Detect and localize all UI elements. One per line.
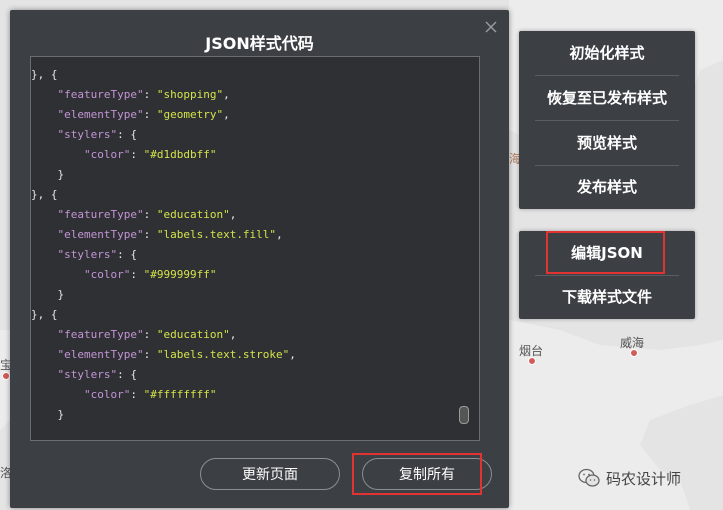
json-punctuation [31, 348, 58, 361]
json-punctuation: : [143, 228, 157, 241]
json-string: "#d1dbdbff" [143, 148, 217, 161]
json-punctuation: : { [117, 128, 137, 141]
code-line: } [31, 285, 455, 305]
json-punctuation [31, 108, 58, 121]
map-label-partial: 洛 [0, 466, 10, 480]
style-actions-panel: 初始化样式 恢复至已发布样式 预览样式 发布样式 [519, 31, 695, 209]
json-key: "featureType" [57, 88, 144, 101]
json-key: "elementType" [57, 348, 144, 361]
json-punctuation: }, { [31, 308, 58, 321]
update-page-button[interactable]: 更新页面 [200, 458, 340, 490]
code-line: "elementType": "geometry", [31, 105, 455, 125]
code-line: } [31, 405, 455, 425]
edit-json-button[interactable]: 编辑JSON [535, 231, 679, 275]
json-key: "elementType" [57, 228, 144, 241]
json-string: "education" [156, 208, 230, 221]
map-marker[interactable] [630, 349, 638, 357]
json-key: "featureType" [57, 328, 144, 341]
code-line: "color": "#999999ff" [31, 265, 455, 285]
code-line: "featureType": "education", [31, 325, 455, 345]
restore-published-button[interactable]: 恢复至已发布样式 [535, 76, 679, 120]
code-line: "featureType": "shopping", [31, 85, 455, 105]
preview-style-button[interactable]: 预览样式 [535, 121, 679, 165]
map-marker[interactable] [2, 372, 10, 380]
json-actions-panel: 编辑JSON 下载样式文件 [519, 231, 695, 319]
code-line: "stylers": { [31, 365, 455, 385]
json-punctuation: , [289, 348, 296, 361]
json-punctuation: : [130, 388, 144, 401]
json-string: "#999999ff" [143, 268, 217, 281]
code-line: "stylers": { [31, 125, 455, 145]
json-string: "labels.text.stroke" [156, 348, 290, 361]
json-punctuation [31, 248, 58, 261]
code-line: "elementType": "labels.text.fill", [31, 225, 455, 245]
watermark-text: 码农设计师 [606, 469, 682, 488]
json-key: "stylers" [57, 248, 118, 261]
json-punctuation: : [130, 148, 144, 161]
json-punctuation [31, 128, 58, 141]
json-punctuation: } [31, 408, 65, 421]
publish-style-button[interactable]: 发布样式 [535, 165, 679, 209]
json-string: "geometry" [156, 108, 224, 121]
json-key: "color" [83, 268, 131, 281]
json-punctuation: , [223, 108, 230, 121]
json-punctuation [31, 228, 58, 241]
json-string: "education" [156, 328, 230, 341]
init-style-button[interactable]: 初始化样式 [535, 31, 679, 75]
json-string: "labels.text.fill" [156, 228, 277, 241]
json-punctuation: : [143, 348, 157, 361]
code-line: }, { [31, 65, 455, 85]
json-key: "featureType" [57, 208, 144, 221]
code-line: "featureType": "education", [31, 205, 455, 225]
json-punctuation [31, 268, 84, 281]
json-punctuation: , [223, 88, 230, 101]
json-punctuation: , [229, 208, 237, 221]
json-key: "color" [83, 148, 131, 161]
json-punctuation [31, 88, 58, 101]
json-punctuation: : { [117, 368, 137, 381]
json-punctuation: : { [117, 248, 137, 261]
json-punctuation: : [143, 208, 157, 221]
json-punctuation: }, { [31, 188, 58, 201]
map-marker[interactable] [528, 357, 536, 365]
json-key: "stylers" [57, 368, 118, 381]
json-punctuation: : [143, 88, 157, 101]
code-line: "stylers": { [31, 245, 455, 265]
close-icon[interactable] [483, 19, 499, 35]
json-punctuation [31, 388, 84, 401]
json-punctuation: : [143, 108, 157, 121]
code-line: } [31, 165, 455, 185]
json-key: "stylers" [57, 128, 118, 141]
json-punctuation: } [31, 288, 65, 301]
json-punctuation [31, 208, 58, 221]
json-punctuation [31, 368, 58, 381]
json-code-lines: }, { "featureType": "shopping", "element… [31, 65, 455, 425]
json-punctuation [31, 148, 84, 161]
json-punctuation: } [31, 168, 65, 181]
code-line: "color": "#ffffffff" [31, 385, 455, 405]
code-line: "color": "#d1dbdbff" [31, 145, 455, 165]
json-punctuation: }, { [31, 68, 58, 81]
json-key: "color" [83, 388, 131, 401]
code-line: }, { [31, 305, 455, 325]
copy-all-button[interactable]: 复制所有 [362, 458, 492, 490]
json-punctuation: , [229, 328, 237, 341]
download-style-file-button[interactable]: 下载样式文件 [535, 275, 679, 319]
json-code-area[interactable]: }, { "featureType": "shopping", "element… [30, 56, 480, 441]
code-line: "elementType": "labels.text.stroke", [31, 345, 455, 365]
json-key: "elementType" [57, 108, 144, 121]
json-punctuation: : [130, 268, 144, 281]
json-punctuation: , [276, 228, 283, 241]
json-string: "shopping" [156, 88, 224, 101]
scrollbar-thumb[interactable] [459, 406, 469, 424]
json-string: "#ffffffff" [143, 388, 217, 401]
code-line: }, { [31, 185, 455, 205]
json-punctuation: : [143, 328, 157, 341]
dialog-title: JSON样式代码 [205, 34, 314, 53]
map-label-partial: 宝 [0, 358, 10, 372]
json-punctuation [31, 328, 58, 341]
json-style-dialog: JSON样式代码 }, { "featureType": "shopping",… [10, 10, 509, 508]
watermark: 码农设计师 [578, 466, 681, 490]
wechat-icon [578, 468, 600, 487]
